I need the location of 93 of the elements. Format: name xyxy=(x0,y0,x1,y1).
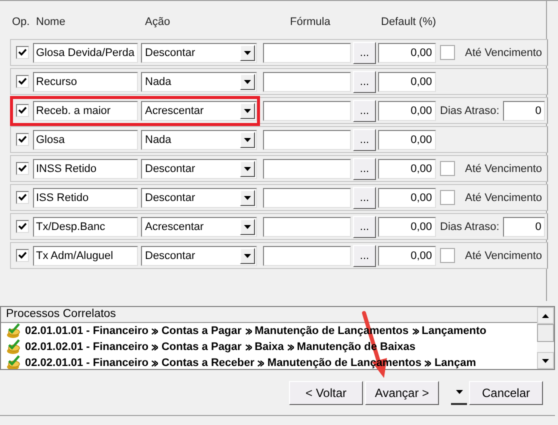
cancel-button[interactable]: Cancelar xyxy=(469,381,543,405)
back-button[interactable]: < Voltar xyxy=(289,381,363,405)
formula-button[interactable]: ... xyxy=(353,70,376,92)
default-field[interactable]: 0,00 xyxy=(378,188,436,208)
name-field[interactable]: Glosa Devida/Perda xyxy=(33,42,138,62)
caret-icon xyxy=(244,254,251,258)
name-field[interactable]: Receb. a maior xyxy=(33,100,138,120)
scroll-down-icon[interactable] xyxy=(542,358,549,362)
checkbox[interactable] xyxy=(440,45,455,60)
chevron-icon xyxy=(244,328,252,334)
caret-icon xyxy=(244,80,251,84)
scroll-up-icon[interactable] xyxy=(542,314,549,318)
column-header: Ação xyxy=(145,16,170,28)
coins-check-icon xyxy=(6,323,22,339)
action-dropdown[interactable]: Nada xyxy=(141,130,257,150)
action-dropdown[interactable]: Nada xyxy=(141,72,257,92)
default-field[interactable]: 0,00 xyxy=(378,246,436,266)
name-field[interactable]: Tx/Desp.Banc xyxy=(33,216,138,236)
default-field[interactable]: 0,00 xyxy=(378,100,436,120)
formula-field[interactable] xyxy=(263,42,351,62)
caret-icon xyxy=(244,196,251,200)
scrollbar[interactable] xyxy=(537,307,554,369)
name-field[interactable]: Glosa xyxy=(33,130,138,150)
chevron-icon xyxy=(286,344,294,350)
default-field[interactable]: 0,00 xyxy=(378,42,436,62)
caret-icon xyxy=(456,390,462,394)
caret-icon xyxy=(244,50,251,54)
days-field[interactable]: 0 xyxy=(503,100,546,120)
chevron-icon xyxy=(151,344,158,350)
chevron-icon xyxy=(257,360,264,366)
checkbox-label: Até Vencimento xyxy=(465,46,542,58)
checkbox[interactable] xyxy=(16,104,29,117)
action-dropdown[interactable]: Descontar xyxy=(141,188,257,208)
checkbox[interactable] xyxy=(16,75,29,88)
formula-field[interactable] xyxy=(263,188,351,208)
field-label: Dias Atraso: xyxy=(440,104,500,116)
caret-icon xyxy=(244,224,251,228)
formula-button[interactable]: ... xyxy=(353,158,376,180)
formula-button[interactable]: ... xyxy=(353,186,376,208)
formula-field[interactable] xyxy=(263,130,351,150)
formula-button[interactable]: ... xyxy=(353,42,376,64)
checkbox-label: Até Vencimento xyxy=(465,250,542,262)
chevron-icon xyxy=(424,360,432,366)
chevron-icon xyxy=(151,328,158,334)
list-header: Processos Correlatos xyxy=(1,307,537,323)
action-dropdown[interactable]: Descontar xyxy=(141,42,257,62)
coins-check-icon xyxy=(6,355,22,369)
formula-button[interactable]: ... xyxy=(353,128,376,150)
days-field[interactable]: 0 xyxy=(503,216,546,236)
column-header: Default (%) xyxy=(381,16,436,28)
column-header: Fórmula xyxy=(290,16,330,28)
checkbox[interactable] xyxy=(16,220,29,233)
chevron-icon xyxy=(244,344,252,350)
formula-field[interactable] xyxy=(263,72,351,92)
chevron-icon xyxy=(151,360,158,366)
caret-icon xyxy=(244,138,251,142)
column-header: Nome xyxy=(36,16,66,28)
checkbox[interactable] xyxy=(440,190,455,205)
checkbox[interactable] xyxy=(16,162,29,175)
caret-icon xyxy=(244,108,251,112)
formula-field[interactable] xyxy=(263,100,351,120)
default-field[interactable]: 0,00 xyxy=(378,158,436,178)
checkbox[interactable] xyxy=(16,191,29,204)
checkbox[interactable] xyxy=(16,249,29,262)
formula-field[interactable] xyxy=(263,246,351,266)
action-dropdown[interactable]: Acrescentar xyxy=(141,100,257,120)
next-button[interactable]: Avançar > xyxy=(365,381,439,405)
chevron-icon xyxy=(412,328,419,334)
action-dropdown[interactable]: Descontar xyxy=(141,246,257,266)
name-field[interactable]: ISS Retido xyxy=(33,188,138,208)
column-header: Op. xyxy=(12,16,30,28)
action-dropdown[interactable]: Acrescentar xyxy=(141,216,257,236)
caret-icon xyxy=(244,166,251,170)
formula-button[interactable]: ... xyxy=(353,216,376,238)
checkbox[interactable] xyxy=(440,248,455,263)
formula-field[interactable] xyxy=(263,216,351,236)
name-field[interactable]: INSS Retido xyxy=(33,158,138,178)
field-label: Dias Atraso: xyxy=(440,220,500,232)
formula-field[interactable] xyxy=(263,158,351,178)
checkbox[interactable] xyxy=(16,46,29,59)
formula-button[interactable]: ... xyxy=(353,244,376,266)
checkbox-label: Até Vencimento xyxy=(465,192,542,204)
coins-check-icon xyxy=(6,339,22,355)
checkbox-label: Até Vencimento xyxy=(465,162,542,174)
default-field[interactable]: 0,00 xyxy=(378,130,436,150)
checkbox[interactable] xyxy=(440,161,455,176)
default-field[interactable]: 0,00 xyxy=(378,72,436,92)
formula-button[interactable]: ... xyxy=(353,100,376,122)
checkbox[interactable] xyxy=(16,133,29,146)
default-field[interactable]: 0,00 xyxy=(378,216,436,236)
name-field[interactable]: Recurso xyxy=(33,72,138,92)
action-dropdown[interactable]: Descontar xyxy=(141,158,257,178)
name-field[interactable]: Tx Adm/Aluguel xyxy=(33,246,138,266)
